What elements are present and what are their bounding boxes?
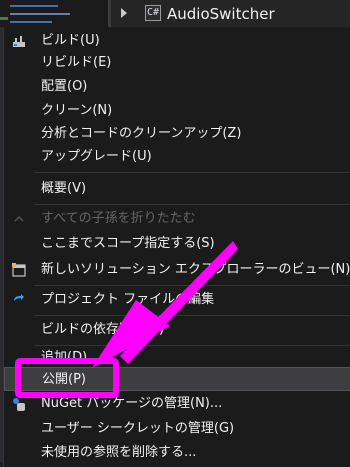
menu-item-label: ビルドの依存関係(B) [41,322,165,337]
menu-item-manage-user-secrets[interactable]: ユーザー シークレットの管理(G) [4,417,350,441]
menu-item-analyze-cleanup[interactable]: 分析とコードのクリーンアップ(Z) [4,122,350,146]
menu-item-overview[interactable]: 概要(V) [4,177,350,201]
menu-divider [34,204,350,205]
menu-item-label: 概要(V) [41,181,87,196]
preview-thumbnail [0,0,108,27]
menu-item-label: すべての子孫を折りたたむ [41,211,196,226]
menu-item-collapse-all: すべての子孫を折りたたむ [4,207,350,231]
menu-item-label: アップグレード(U) [41,149,152,164]
panel-splitter[interactable] [108,0,111,27]
collapse-icon [14,215,24,222]
new-view-icon [12,263,26,277]
menu-item-build[interactable]: ビルド(U) [4,29,350,53]
context-menu: ビルド(U) リビルド(E) 配置(O) クリーン(N) 分析とコードのクリーン… [3,27,350,467]
menu-item-scope-to-this[interactable]: ここまでスコープ指定する(S) [4,232,350,256]
menu-divider [34,315,350,316]
publish-highlight-box [15,358,119,398]
menu-item-rebuild[interactable]: リビルド(E) [4,51,350,75]
menu-item-label: 新しいソリューション エクスプローラーのビュー(N) [41,262,350,277]
menu-item-label: ユーザー シークレットの管理(G) [41,421,235,436]
build-icon [13,36,25,47]
menu-item-label: ビルド(U) [41,33,100,48]
menu-item-label: 分析とコードのクリーンアップ(Z) [41,126,242,141]
menu-divider [34,285,350,286]
menu-item-upgrade[interactable]: アップグレード(U) [4,145,350,169]
menu-divider [34,172,350,173]
menu-item-label: リビルド(E) [41,55,112,70]
csharp-project-icon: C# [145,5,161,21]
menu-item-edit-project-file[interactable]: プロジェクト ファイルの編集 [4,288,350,312]
edit-project-icon [14,294,24,301]
menu-item-label: クリーン(N) [41,103,113,118]
menu-item-label: プロジェクト ファイルの編集 [41,292,215,307]
menu-item-build-dependencies[interactable]: ビルドの依存関係(B) [4,318,350,342]
menu-item-deploy[interactable]: 配置(O) [4,75,350,99]
nuget-icon [13,398,25,411]
menu-item-clean[interactable]: クリーン(N) [4,99,350,123]
menu-item-label: ここまでスコープ指定する(S) [41,236,215,251]
menu-item-label: 未使用の参照を削除する... [41,445,197,460]
menu-item-new-explorer-view[interactable]: 新しいソリューション エクスプローラーのビュー(N) [4,258,350,282]
menu-item-label: 配置(O) [41,79,88,94]
menu-item-remove-unused-references[interactable]: 未使用の参照を削除する... [4,441,350,465]
solution-explorer-header: C# AudioSwitcher [0,0,350,27]
expand-arrow-icon[interactable] [121,8,127,18]
project-name[interactable]: AudioSwitcher [167,6,275,22]
